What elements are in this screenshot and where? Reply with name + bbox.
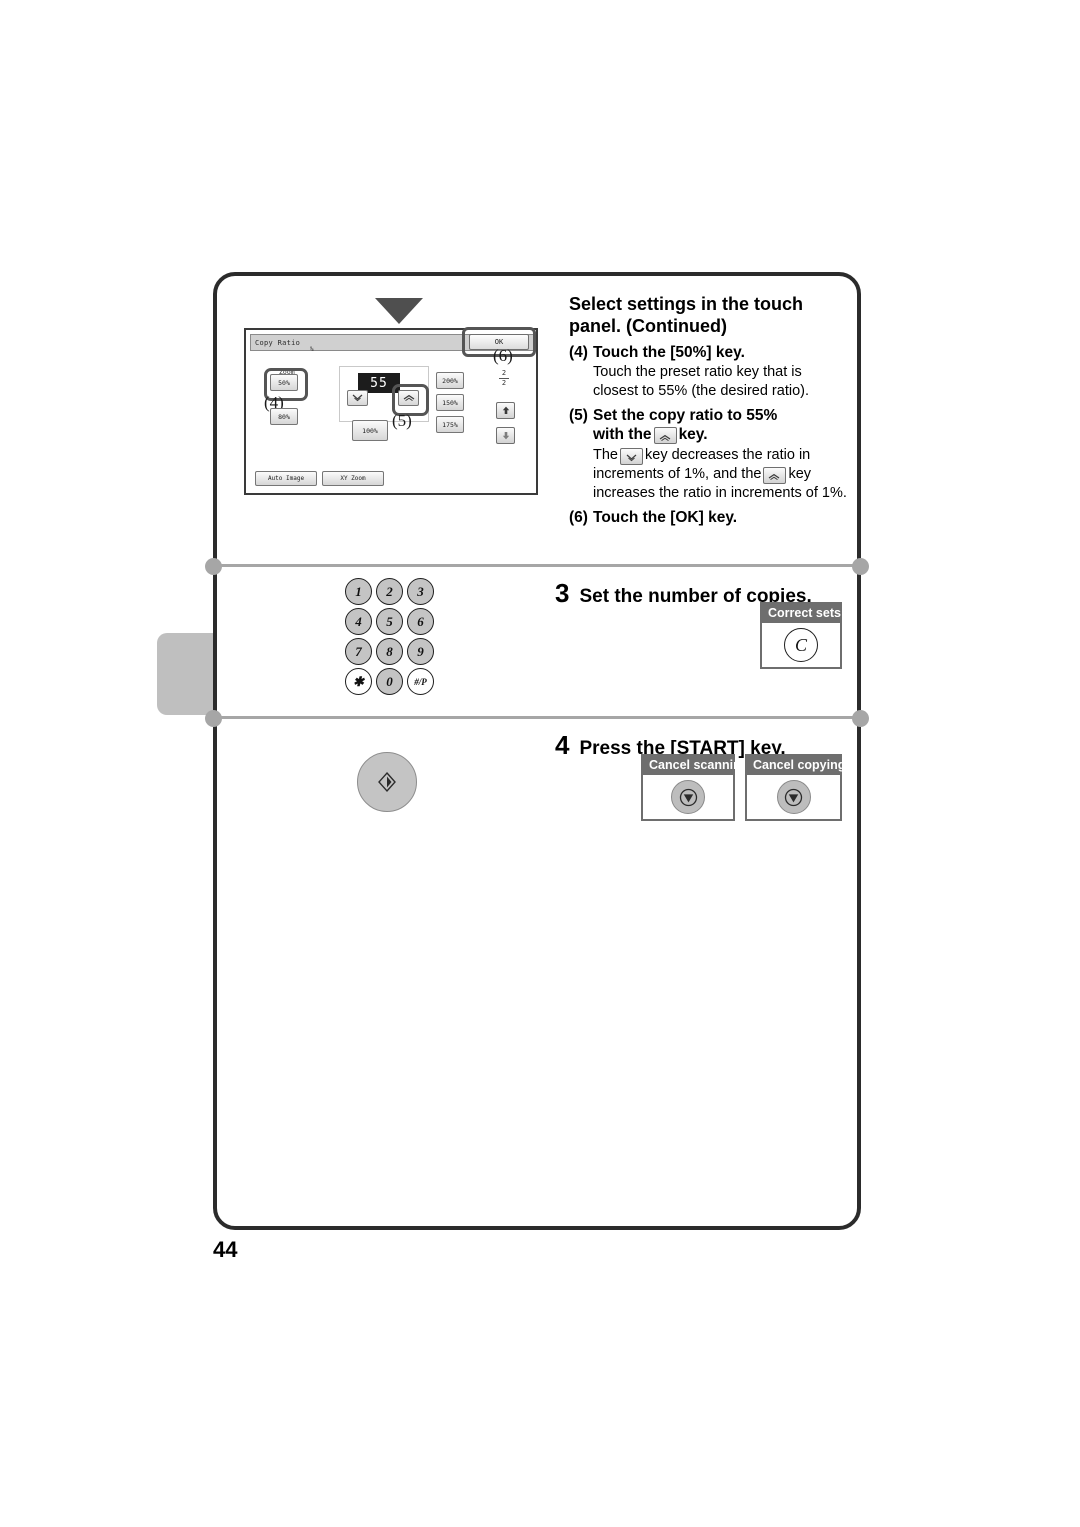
cancel-copying-card: Cancel copying: [745, 754, 846, 821]
substep-5-number: (5): [569, 406, 588, 424]
correct-sets-body: C: [762, 623, 840, 667]
key-2[interactable]: 2: [376, 578, 403, 605]
substep-5-heading: Set the copy ratio to 55% with the key.: [593, 406, 849, 445]
cancel-copying-body: [747, 775, 840, 819]
ratio-decrease-button[interactable]: [347, 390, 368, 406]
step-3-number: 3: [555, 578, 570, 608]
scroll-up-button[interactable]: [496, 402, 515, 419]
section-press-start: 4 Press the [START] key. Cancel scanning: [217, 716, 857, 1232]
stop-icon: [679, 788, 697, 806]
key-asterisk[interactable]: ✱: [345, 668, 372, 695]
substep-5-heading-pre: with the: [593, 426, 652, 444]
section-title: Select settings in the touch panel. (Con…: [569, 294, 804, 336]
key-6[interactable]: 6: [407, 608, 434, 635]
key-5[interactable]: 5: [376, 608, 403, 635]
start-key[interactable]: [357, 752, 417, 812]
key-4[interactable]: 4: [345, 608, 372, 635]
ratio-decrease-inline-icon: [620, 447, 643, 465]
section-select-settings: Copy Ratio OK (6) 55 % Zoom (5) 50% (4) …: [217, 276, 857, 564]
key-8[interactable]: 8: [376, 638, 403, 665]
substep-5-heading-line1: Set the copy ratio to 55%: [593, 406, 778, 424]
preset-ratio-50[interactable]: 50%: [270, 374, 298, 391]
instruction-text-column: Select settings in the touch panel. (Con…: [569, 294, 849, 527]
touch-panel-screenshot: Copy Ratio OK (6) 55 % Zoom (5) 50% (4) …: [244, 327, 538, 495]
substep-6-number: (6): [569, 508, 588, 526]
cancel-scanning-label: Cancel scanning: [649, 758, 749, 772]
substep-6: (6) Touch the [OK] key.: [569, 508, 849, 527]
substep-5-heading-post: key.: [678, 426, 708, 444]
substep-4-body: Touch the preset ratio key that is close…: [593, 364, 809, 400]
page-number: 44: [213, 1237, 238, 1262]
cancel-scanning-card: Cancel scanning: [641, 754, 749, 821]
key-3[interactable]: 3: [407, 578, 434, 605]
instruction-panel: Copy Ratio OK (6) 55 % Zoom (5) 50% (4) …: [205, 272, 869, 1232]
preset-ratio-200[interactable]: 200%: [436, 372, 464, 389]
preset-ratio-175[interactable]: 175%: [436, 416, 464, 433]
key-9[interactable]: 9: [407, 638, 434, 665]
stop-key-scanning[interactable]: [671, 780, 705, 814]
substep-4-number: (4): [569, 343, 588, 361]
down-arrow-icon: [375, 298, 423, 324]
section-set-copies: 3 Set the number of copies. 1 2 3 4 5 6 …: [217, 564, 857, 716]
step-4-number: 4: [555, 730, 570, 760]
callout-5: (5): [392, 411, 412, 430]
arrow-up-icon: [502, 406, 509, 414]
auto-image-button[interactable]: Auto Image: [255, 471, 317, 486]
lcd-title: Copy Ratio: [255, 338, 301, 347]
arrow-down-icon: [502, 432, 509, 440]
correct-sets-label: Correct sets: [768, 606, 841, 620]
clear-key[interactable]: C: [784, 628, 818, 662]
cancel-copying-label: Cancel copying: [753, 758, 846, 772]
preset-ratio-100[interactable]: 100%: [352, 420, 388, 441]
percent-sign: %: [310, 346, 314, 353]
key-7[interactable]: 7: [345, 638, 372, 665]
substep-4: (4) Touch the [50%] key.: [569, 343, 849, 362]
ratio-increase-inline-icon: [653, 427, 677, 445]
scroll-down-button[interactable]: [496, 427, 515, 444]
stop-icon-2: [784, 788, 803, 806]
substep-4-heading: Touch the [50%] key.: [593, 343, 745, 361]
correct-sets-card: Correct sets C: [760, 602, 842, 669]
lcd-page-indicator: 2 2: [499, 369, 509, 388]
preset-ratio-80[interactable]: 80%: [270, 408, 298, 425]
page-edge-tab: [157, 633, 213, 715]
stop-key-copying[interactable]: [776, 780, 811, 814]
key-hash-p[interactable]: #/P: [407, 668, 434, 695]
double-chevron-down-icon: [352, 394, 363, 402]
substep-5-body: The key decreases the ratio in increments…: [593, 446, 849, 503]
substep-5: (5) Set the copy ratio to 55% with the ke…: [569, 406, 849, 445]
substep-5-body-1: The: [593, 446, 618, 463]
cancel-scanning-body: [643, 775, 733, 819]
start-diamond-icon: [378, 771, 396, 793]
page-total: 2: [501, 379, 507, 388]
key-0[interactable]: 0: [376, 668, 403, 695]
numeric-keypad: 1 2 3 4 5 6 7 8 9 ✱ 0 #/P: [345, 578, 438, 698]
preset-ratio-150[interactable]: 150%: [436, 394, 464, 411]
xy-zoom-button[interactable]: XY Zoom: [322, 471, 384, 486]
ratio-increase-inline-icon-2: [763, 466, 787, 484]
page-current: 2: [501, 369, 507, 377]
substep-6-heading: Touch the [OK] key.: [593, 508, 738, 526]
double-chevron-up-icon: [403, 394, 414, 402]
ratio-increase-button[interactable]: [398, 390, 419, 406]
callout-6: (6): [493, 346, 513, 365]
key-1[interactable]: 1: [345, 578, 372, 605]
